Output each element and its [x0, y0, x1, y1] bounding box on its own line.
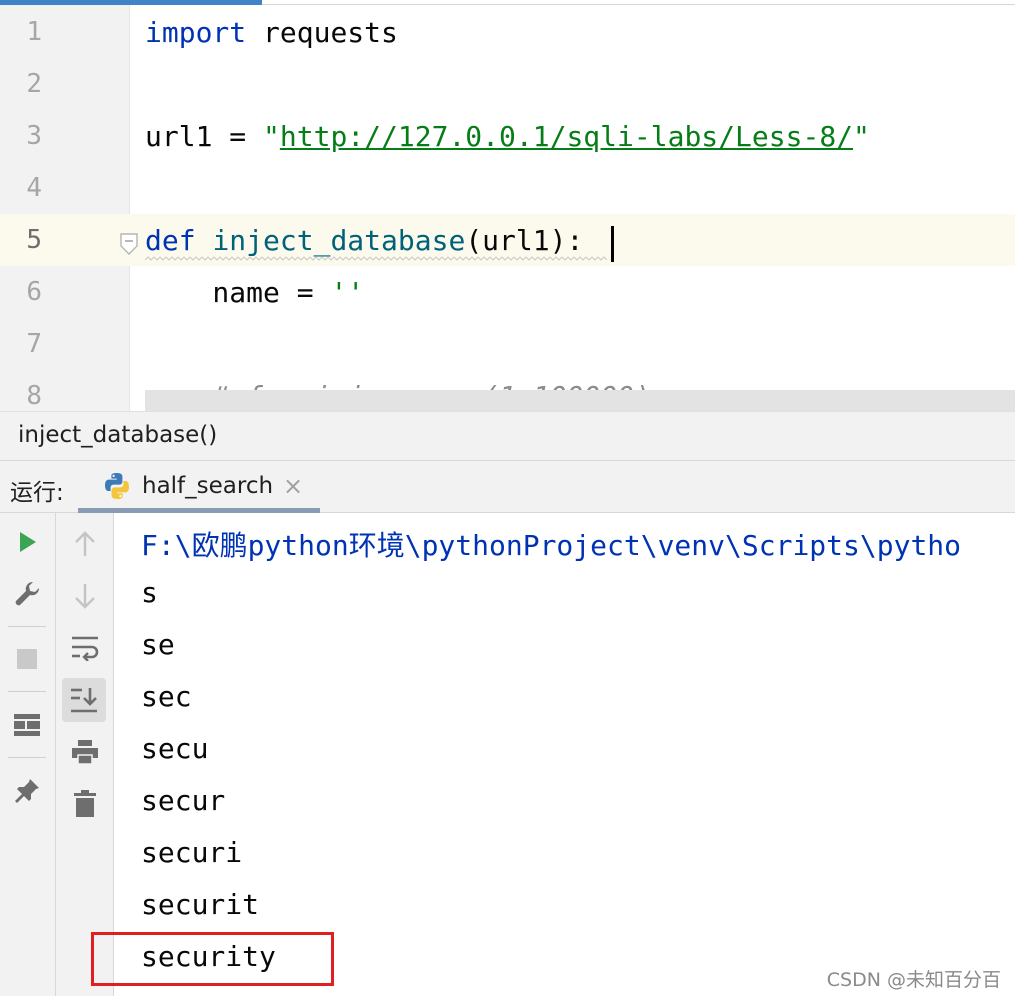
- breadcrumb[interactable]: inject_database(): [0, 411, 1015, 461]
- rerun-button[interactable]: [5, 520, 49, 564]
- code-token: url1 =: [145, 120, 264, 153]
- code-token: import: [145, 16, 247, 49]
- trash-icon: [74, 790, 96, 817]
- code-line[interactable]: 3 url1 = "http://127.0.0.1/sqli-labs/Less…: [0, 110, 1015, 162]
- run-toolbar-secondary: [56, 513, 114, 996]
- line-number: 8: [26, 381, 42, 411]
- console-output[interactable]: F:\欧鹏python环境\pythonProject\venv\Scripts…: [114, 513, 1015, 996]
- watermark: CSDN @未知百分百: [826, 969, 1001, 991]
- code-editor[interactable]: 1 import requests 2 3 url1 = "http://127.0.0…: [0, 0, 1015, 411]
- run-toolbar-primary: [0, 513, 56, 996]
- console-output-line: securit: [141, 888, 260, 921]
- stop-icon: [17, 649, 37, 669]
- fold-marker-icon[interactable]: [119, 233, 139, 255]
- code-text[interactable]: name = '': [145, 276, 364, 309]
- code-token: inject_database: [212, 224, 466, 257]
- python-icon: [105, 473, 129, 499]
- arrow-up-icon: [75, 531, 95, 556]
- run-tool-window-header: 运行: half_search ×: [0, 461, 1015, 513]
- settings-button[interactable]: [5, 572, 49, 616]
- code-token: (url1):: [465, 224, 584, 257]
- pin-icon: [15, 779, 39, 803]
- layout-button[interactable]: [5, 703, 49, 747]
- line-number: 5: [26, 225, 42, 255]
- code-line[interactable]: 7: [0, 318, 1015, 370]
- scroll-to-end-button[interactable]: [62, 678, 106, 722]
- console-output-line: secu: [141, 732, 209, 765]
- breadcrumb-function[interactable]: inject_database(): [18, 422, 217, 448]
- code-token: name =: [145, 276, 331, 309]
- arrow-down-icon: [75, 584, 95, 609]
- pin-tab-button[interactable]: [5, 769, 49, 813]
- run-tab-label: half_search: [142, 473, 274, 499]
- run-icon: [20, 532, 36, 552]
- code-line[interactable]: 4: [0, 162, 1015, 214]
- code-token: def: [145, 224, 196, 257]
- code-token: ": [263, 120, 280, 153]
- code-token[interactable]: http://127.0.0.1/sqli-labs/Less-8/: [280, 120, 853, 153]
- line-number: 7: [26, 329, 42, 359]
- clear-all-button[interactable]: [63, 782, 107, 826]
- line-number: 4: [26, 173, 42, 203]
- code-token: requests: [246, 16, 398, 49]
- console-output-line: se: [141, 628, 175, 661]
- print-button[interactable]: [63, 730, 107, 774]
- scroll-to-end-icon: [71, 688, 97, 713]
- editor-top-border: [262, 4, 1015, 5]
- line-number: 1: [26, 17, 42, 47]
- line-number: 3: [26, 121, 42, 151]
- layout-icon: [14, 714, 40, 736]
- toolbar-separator: [8, 626, 46, 627]
- code-token: ": [853, 120, 870, 153]
- code-line[interactable]: 2: [0, 58, 1015, 110]
- line-number: 6: [26, 277, 42, 307]
- console-output-line: s: [141, 576, 158, 609]
- run-label: 运行:: [10, 480, 64, 506]
- code-line[interactable]: 1 import requests: [0, 6, 1015, 58]
- text-caret: [611, 226, 614, 262]
- horizontal-scrollbar[interactable]: [145, 390, 1015, 411]
- code-text[interactable]: import requests: [145, 16, 398, 49]
- code-text[interactable]: url1 = "http://127.0.0.1/sqli-labs/Less-…: [145, 120, 870, 153]
- code-token: '': [330, 276, 365, 309]
- warning-squiggle: [145, 256, 607, 261]
- highlight-annotation-box: [91, 932, 334, 986]
- code-text[interactable]: def inject_database(url1):: [145, 224, 583, 257]
- soft-wrap-icon: [72, 636, 99, 661]
- line-number: 2: [26, 69, 42, 99]
- wrench-icon: [15, 581, 40, 606]
- toolbar-separator: [8, 691, 46, 692]
- stop-button[interactable]: [5, 637, 49, 681]
- toolbar-separator: [8, 757, 46, 758]
- console-command-line[interactable]: F:\欧鹏python环境\pythonProject\venv\Scripts…: [141, 524, 961, 564]
- console-output-line: sec: [141, 680, 192, 713]
- previous-occurrence-button[interactable]: [63, 522, 107, 566]
- soft-wrap-button[interactable]: [63, 626, 107, 670]
- print-icon: [72, 740, 98, 765]
- code-line[interactable]: 6 name = '': [0, 266, 1015, 318]
- next-occurrence-button[interactable]: [63, 574, 107, 618]
- close-icon[interactable]: ×: [283, 474, 303, 498]
- console-output-line: securi: [141, 836, 243, 869]
- console-output-line: secur: [141, 784, 226, 817]
